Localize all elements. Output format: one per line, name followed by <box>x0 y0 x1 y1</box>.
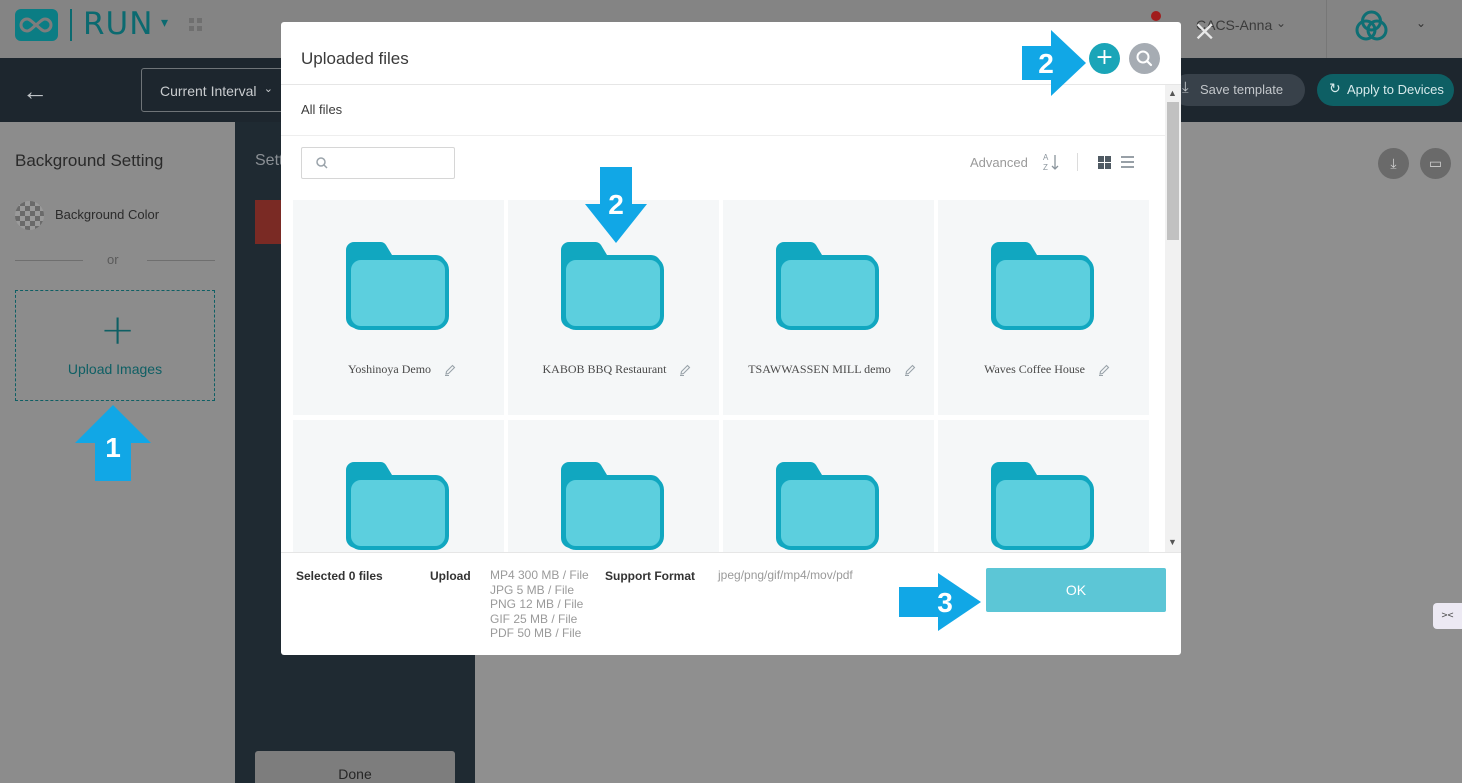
upload-limits-label: Upload <box>430 569 471 583</box>
support-format-label: Support Format <box>605 569 695 583</box>
divider <box>281 552 1181 553</box>
folder-card[interactable] <box>293 420 504 552</box>
organization-icon[interactable] <box>1352 9 1392 45</box>
folder-icon <box>776 241 880 330</box>
upload-limits: MP4 300 MB / File JPG 5 MB / File PNG 12… <box>490 568 589 641</box>
svg-text:A: A <box>1043 153 1049 162</box>
sync-icon: ↻ <box>1329 80 1341 96</box>
search-icon <box>316 157 328 169</box>
folder-card[interactable]: Waves Coffee House <box>938 200 1149 415</box>
save-template-label: Save template <box>1200 82 1284 97</box>
user-menu-chevron-icon[interactable]: ⌄ <box>1276 16 1286 30</box>
divider <box>1077 153 1078 171</box>
scroll-up-arrow-icon[interactable]: ▲ <box>1168 88 1177 98</box>
list-view-icon[interactable] <box>1121 156 1134 168</box>
divider <box>281 135 1165 136</box>
breadcrumb[interactable]: All files <box>301 102 342 117</box>
grid-view-icon[interactable] <box>1098 156 1111 169</box>
back-arrow-icon[interactable]: ← <box>22 76 48 107</box>
dev-tools-icon[interactable]: >< <box>1433 603 1462 629</box>
folder-card[interactable] <box>723 420 934 552</box>
divider <box>15 260 83 261</box>
limit-line: JPG 5 MB / File <box>490 582 575 597</box>
folder-card[interactable]: Yoshinoya Demo <box>293 200 504 415</box>
folder-card[interactable]: TSAWWASSEN MILL demo <box>723 200 934 415</box>
pencil-icon[interactable] <box>443 363 457 377</box>
sort-az-icon[interactable]: A Z <box>1042 152 1060 172</box>
limit-line: MP4 300 MB / File <box>490 568 589 582</box>
save-template-button[interactable]: ⤓ Save template <box>1172 74 1305 106</box>
limit-line: PNG 12 MB / File <box>490 597 584 611</box>
search-icon <box>1136 50 1153 67</box>
pencil-icon[interactable] <box>1097 363 1111 377</box>
close-icon[interactable]: × <box>1193 17 1216 45</box>
panel-title: Background Setting <box>15 151 164 170</box>
pencil-icon[interactable] <box>903 363 917 377</box>
org-divider <box>1326 0 1327 58</box>
tutorial-step-label: 2 <box>1038 48 1054 79</box>
folder-icon <box>346 461 450 550</box>
selected-count: Selected 0 files <box>296 569 383 583</box>
folder-name: Yoshinoya Demo <box>347 362 432 376</box>
folder-card[interactable] <box>508 420 719 552</box>
dialog-title: Uploaded files <box>301 49 409 68</box>
divider <box>147 260 215 261</box>
apps-grid-icon[interactable] <box>189 18 202 31</box>
tutorial-arrow-down-icon: 2 <box>585 167 647 243</box>
notification-dot[interactable] <box>1151 11 1161 21</box>
svg-text:Z: Z <box>1043 163 1048 172</box>
limit-line: PDF 50 MB / File <box>490 626 582 640</box>
upload-images-label: Upload Images <box>67 361 163 377</box>
tutorial-arrow-up-icon: 1 <box>75 405 151 481</box>
pencil-icon[interactable] <box>678 363 692 377</box>
file-grid: Yoshinoya Demo KABOB BBQ Restaurant TSAWWA… <box>293 200 1153 552</box>
file-grid-area: Yoshinoya Demo KABOB BBQ Restaurant TSAWWA… <box>293 200 1153 552</box>
folder-icon <box>346 241 450 330</box>
apply-to-devices-label: Apply to Devices <box>1347 82 1444 97</box>
app-logo-icon[interactable] <box>15 9 58 41</box>
support-formats: jpeg/png/gif/mp4/mov/pdf <box>718 568 853 582</box>
tutorial-step-label: 2 <box>608 189 624 220</box>
tutorial-step-label: 3 <box>937 587 953 618</box>
app-switch-caret-icon[interactable]: ▾ <box>161 14 168 31</box>
folder-icon <box>776 461 880 550</box>
folder-card[interactable] <box>938 420 1149 552</box>
done-button[interactable]: Done <box>255 751 455 783</box>
tutorial-arrow-right-icon: 3 <box>899 573 981 631</box>
uploaded-files-dialog: Uploaded files + All files Advanced A Z … <box>281 22 1181 655</box>
folder-icon <box>991 461 1095 550</box>
folder-name: Waves Coffee House <box>984 362 1085 376</box>
scroll-down-arrow-icon[interactable]: ▼ <box>1168 537 1177 547</box>
folder-icon <box>991 241 1095 330</box>
interval-select-value: Current Interval <box>160 83 257 99</box>
download-screen-icon[interactable]: ⤓ <box>1378 148 1409 179</box>
download-icon: ⤓ <box>1182 79 1189 96</box>
chevron-down-icon: ⌄ <box>263 83 273 95</box>
advanced-filter-link[interactable]: Advanced <box>970 155 1028 170</box>
folder-icon <box>561 461 665 550</box>
app-name: RUN <box>83 6 154 42</box>
settings-title: Sett <box>255 152 284 169</box>
interval-select[interactable]: Current Interval ⌄ <box>141 68 284 112</box>
upload-images-button[interactable]: + Upload Images <box>15 290 215 401</box>
org-menu-chevron-icon[interactable]: ⌄ <box>1416 16 1426 30</box>
or-separator: or <box>107 252 119 267</box>
scrollbar-thumb[interactable] <box>1167 102 1179 240</box>
logo-divider <box>70 9 72 41</box>
plus-icon: + <box>100 305 136 354</box>
background-color-label[interactable]: Background Color <box>55 207 159 222</box>
monitor-icon[interactable]: ▭ <box>1420 148 1451 179</box>
apply-to-devices-button[interactable]: ↻ Apply to Devices <box>1317 74 1454 106</box>
limit-line: GIF 25 MB / File <box>490 611 578 626</box>
tutorial-arrow-right-icon: 2 <box>1022 30 1086 96</box>
transparent-checker-icon[interactable] <box>15 201 44 230</box>
ok-button[interactable]: OK <box>986 568 1166 612</box>
add-folder-button[interactable]: + <box>1089 43 1120 74</box>
search-button[interactable] <box>1129 43 1160 74</box>
folder-icon <box>561 241 665 330</box>
tutorial-step-label: 1 <box>105 432 121 463</box>
